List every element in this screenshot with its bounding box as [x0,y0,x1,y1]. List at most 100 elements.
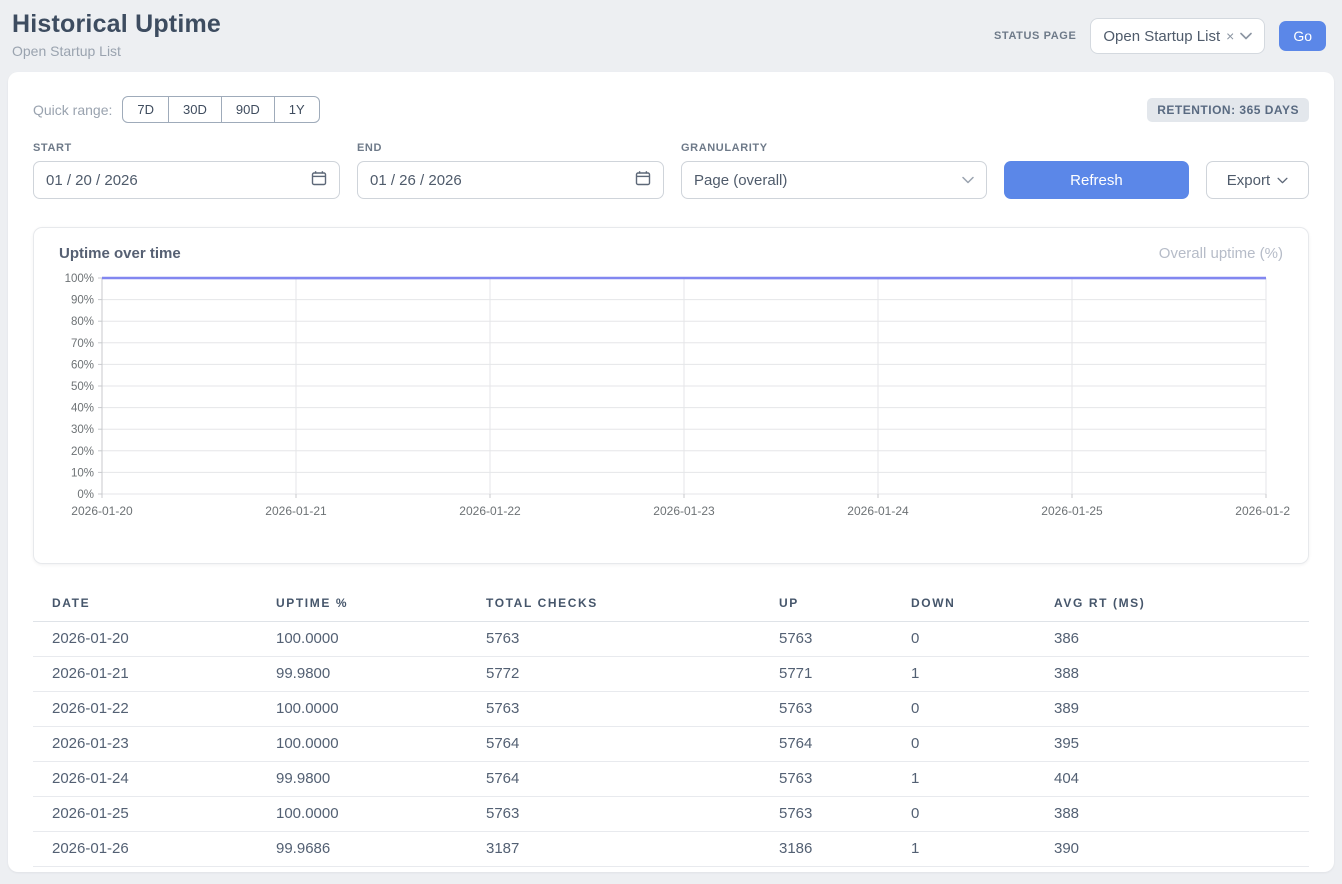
table-cell: 5763 [486,622,779,657]
chart-canvas: 0%10%20%30%40%50%60%70%80%90%100%2026-01… [50,268,1290,536]
table-cell: 386 [1054,622,1309,657]
table-cell: 2026-01-24 [33,762,276,797]
table-cell: 404 [1054,762,1309,797]
table-cell: 2026-01-26 [33,832,276,867]
quick-range-90d[interactable]: 90D [221,96,275,123]
calendar-icon[interactable] [311,170,327,190]
svg-text:0%: 0% [77,489,94,501]
table-cell: 5764 [486,727,779,762]
table-cell: 395 [1054,727,1309,762]
page-subtitle: Open Startup List [12,43,221,59]
quick-range-1y[interactable]: 1Y [274,96,320,123]
quick-range-row: Quick range: 7D 30D 90D 1Y RETENTION: 36… [33,96,1309,123]
chevron-down-icon [1240,32,1252,40]
uptime-line-chart: 0%10%20%30%40%50%60%70%80%90%100%2026-01… [50,268,1292,541]
svg-text:30%: 30% [71,424,94,436]
table-row: 2026-01-25100.0000576357630388 [33,797,1309,832]
svg-text:2026-01-24: 2026-01-24 [847,504,909,518]
table-cell: 5764 [486,762,779,797]
table-cell: 5763 [779,762,911,797]
start-date-value: 01 / 20 / 2026 [46,172,138,189]
granularity-selected-value: Page (overall) [694,172,787,189]
svg-text:90%: 90% [71,295,94,307]
table-cell: 100.0000 [276,797,486,832]
uptime-chart-card: Uptime over time Overall uptime (%) 0% 10… [33,227,1309,564]
table-cell: 5763 [779,622,911,657]
table-cell: 3186 [779,832,911,867]
clear-selection-icon[interactable]: × [1226,28,1234,44]
page-title: Historical Uptime [12,10,221,39]
table-cell: 5772 [486,657,779,692]
header-right: STATUS PAGE Open Startup List × Go [994,18,1326,54]
svg-text:2026-01-21: 2026-01-21 [265,504,327,518]
table-header: DATEUPTIME %TOTAL CHECKSUPDOWNAVG RT (MS… [33,587,1309,622]
export-button-label: Export [1227,172,1270,189]
start-date-label: START [33,142,340,154]
main-panel: Quick range: 7D 30D 90D 1Y RETENTION: 36… [8,72,1334,872]
chevron-down-icon [1277,177,1288,184]
column-header-down: DOWN [911,587,1054,622]
filters-row: START 01 / 20 / 2026 END 01 / 26 / 2026 … [33,142,1309,199]
table-cell: 99.9686 [276,832,486,867]
svg-text:2026-01-20: 2026-01-20 [71,504,133,518]
table-cell: 1 [911,832,1054,867]
export-button[interactable]: Export [1206,161,1309,199]
svg-text:2026-01-23: 2026-01-23 [653,504,715,518]
granularity-select[interactable]: Page (overall) [681,161,987,199]
quick-range-7d[interactable]: 7D [122,96,169,123]
chart-title: Uptime over time [59,245,181,262]
column-header-date: DATE [33,587,276,622]
table-row: 2026-01-2499.9800576457631404 [33,762,1309,797]
end-date-input[interactable]: 01 / 26 / 2026 [357,161,664,199]
table-cell: 5763 [486,692,779,727]
table-cell: 0 [911,622,1054,657]
status-page-selected-value: Open Startup List [1103,28,1220,45]
table-cell: 2026-01-25 [33,797,276,832]
svg-text:2026-01-25: 2026-01-25 [1041,504,1103,518]
quick-range-30d[interactable]: 30D [168,96,222,123]
table-cell: 99.9800 [276,657,486,692]
table-cell: 5764 [779,727,911,762]
svg-text:2026-01-22: 2026-01-22 [459,504,521,518]
calendar-icon[interactable] [635,170,651,190]
table-cell: 3187 [486,832,779,867]
column-header-up: UP [779,587,911,622]
start-date-input[interactable]: 01 / 20 / 2026 [33,161,340,199]
quick-range-group: 7D 30D 90D 1Y [122,96,319,123]
table-row: 2026-01-23100.0000576457640395 [33,727,1309,762]
table-cell: 0 [911,797,1054,832]
refresh-button[interactable]: Refresh [1004,161,1189,199]
table-cell: 100.0000 [276,727,486,762]
table-row: 2026-01-20100.0000576357630386 [33,622,1309,657]
table-cell: 5763 [779,797,911,832]
table-cell: 5763 [486,797,779,832]
table-cell: 2026-01-22 [33,692,276,727]
table-row: 2026-01-2699.9686318731861390 [33,832,1309,867]
table-cell: 2026-01-21 [33,657,276,692]
chart-legend: Overall uptime (%) [1159,245,1283,262]
table-cell: 99.9800 [276,762,486,797]
svg-text:2026-01-26: 2026-01-26 [1235,504,1290,518]
table-cell: 1 [911,762,1054,797]
svg-text:40%: 40% [71,403,94,415]
column-header-avg-rt-ms-: AVG RT (MS) [1054,587,1309,622]
svg-text:100%: 100% [65,273,94,285]
go-button[interactable]: Go [1279,21,1326,51]
status-page-label: STATUS PAGE [994,30,1076,42]
quick-range-label: Quick range: [33,102,112,118]
table-cell: 2026-01-20 [33,622,276,657]
table-cell: 0 [911,727,1054,762]
table-cell: 1 [911,657,1054,692]
end-date-label: END [357,142,664,154]
svg-text:80%: 80% [71,316,94,328]
status-page-select[interactable]: Open Startup List × [1090,18,1265,54]
svg-text:50%: 50% [71,381,94,393]
svg-text:60%: 60% [71,359,94,371]
daily-uptime-table: DATEUPTIME %TOTAL CHECKSUPDOWNAVG RT (MS… [33,587,1309,867]
table-cell: 100.0000 [276,692,486,727]
svg-text:70%: 70% [71,338,94,350]
table-cell: 389 [1054,692,1309,727]
table-cell: 388 [1054,657,1309,692]
table-row: 2026-01-22100.0000576357630389 [33,692,1309,727]
column-header-total-checks: TOTAL CHECKS [486,587,779,622]
